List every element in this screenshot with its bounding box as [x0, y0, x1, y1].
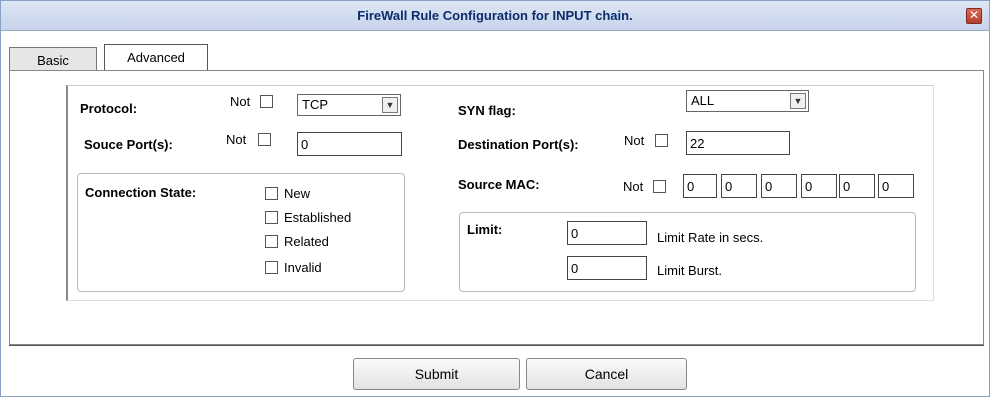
window-title: FireWall Rule Configuration for INPUT ch… [357, 8, 633, 23]
syn-flag-label: SYN flag: [458, 103, 516, 118]
chevron-down-icon[interactable]: ▼ [790, 93, 806, 109]
protocol-not-checkbox[interactable] [260, 95, 273, 108]
state-invalid-label: Invalid [284, 260, 322, 275]
destination-port-not-checkbox[interactable] [655, 134, 668, 147]
source-mac-not-label: Not [623, 179, 644, 194]
protocol-label: Protocol: [80, 101, 138, 116]
title-bar: FireWall Rule Configuration for INPUT ch… [1, 1, 989, 31]
protocol-select[interactable]: TCP ▼ [297, 94, 401, 116]
limit-label: Limit: [467, 222, 503, 237]
source-port-input[interactable]: 0 [297, 132, 402, 156]
mac-octet-input[interactable]: 0 [878, 174, 914, 198]
state-established-label: Established [284, 210, 352, 225]
limit-group [459, 212, 916, 292]
tab-basic[interactable]: Basic [9, 47, 97, 71]
source-port-label: Souce Port(s): [84, 137, 173, 152]
mac-octet-input[interactable]: 0 [801, 174, 837, 198]
state-related-label: Related [284, 234, 329, 249]
close-icon[interactable]: ✕ [966, 8, 982, 24]
dialog-window: FireWall Rule Configuration for INPUT ch… [0, 0, 990, 397]
limit-burst-label: Limit Burst. [657, 263, 723, 278]
state-related-checkbox[interactable] [265, 235, 278, 248]
source-mac-label: Source MAC: [458, 177, 540, 192]
footer-divider [9, 345, 984, 346]
cancel-button[interactable]: Cancel [526, 358, 687, 390]
state-established-checkbox[interactable] [265, 211, 278, 224]
destination-port-input[interactable]: 22 [686, 131, 790, 155]
mac-octet-input[interactable]: 0 [839, 174, 875, 198]
source-port-not-label: Not [226, 132, 247, 147]
limit-rate-label: Limit Rate in secs. [657, 230, 764, 245]
mac-octet-input[interactable]: 0 [761, 174, 797, 198]
syn-flag-select-value: ALL [691, 93, 715, 108]
protocol-select-value: TCP [302, 97, 328, 112]
protocol-not-label: Not [230, 94, 251, 109]
destination-port-label: Destination Port(s): [458, 137, 579, 152]
state-new-checkbox[interactable] [265, 187, 278, 200]
source-port-not-checkbox[interactable] [258, 133, 271, 146]
state-new-label: New [284, 186, 311, 201]
mac-octet-input[interactable]: 0 [721, 174, 757, 198]
mac-octet-input[interactable]: 0 [683, 174, 717, 198]
limit-rate-input[interactable]: 0 [567, 221, 647, 245]
state-invalid-checkbox[interactable] [265, 261, 278, 274]
submit-button[interactable]: Submit [353, 358, 520, 390]
syn-flag-select[interactable]: ALL ▼ [686, 90, 809, 112]
limit-burst-input[interactable]: 0 [567, 256, 647, 280]
chevron-down-icon[interactable]: ▼ [382, 97, 398, 113]
tab-advanced[interactable]: Advanced [104, 44, 208, 70]
source-mac-not-checkbox[interactable] [653, 180, 666, 193]
connection-state-label: Connection State: [85, 185, 197, 200]
destination-port-not-label: Not [624, 133, 645, 148]
